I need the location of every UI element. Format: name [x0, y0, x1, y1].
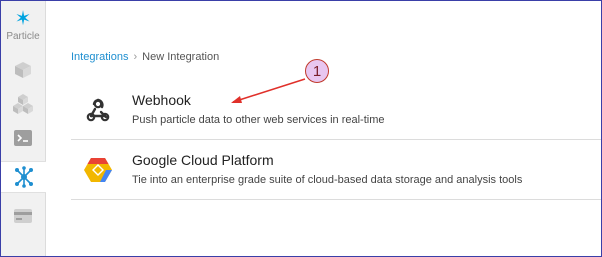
app-window: ✶ Particle Integrations › New Integratio… — [0, 0, 602, 257]
annotation-callout: 1 — [305, 59, 329, 83]
annotation-arrow — [231, 78, 306, 103]
